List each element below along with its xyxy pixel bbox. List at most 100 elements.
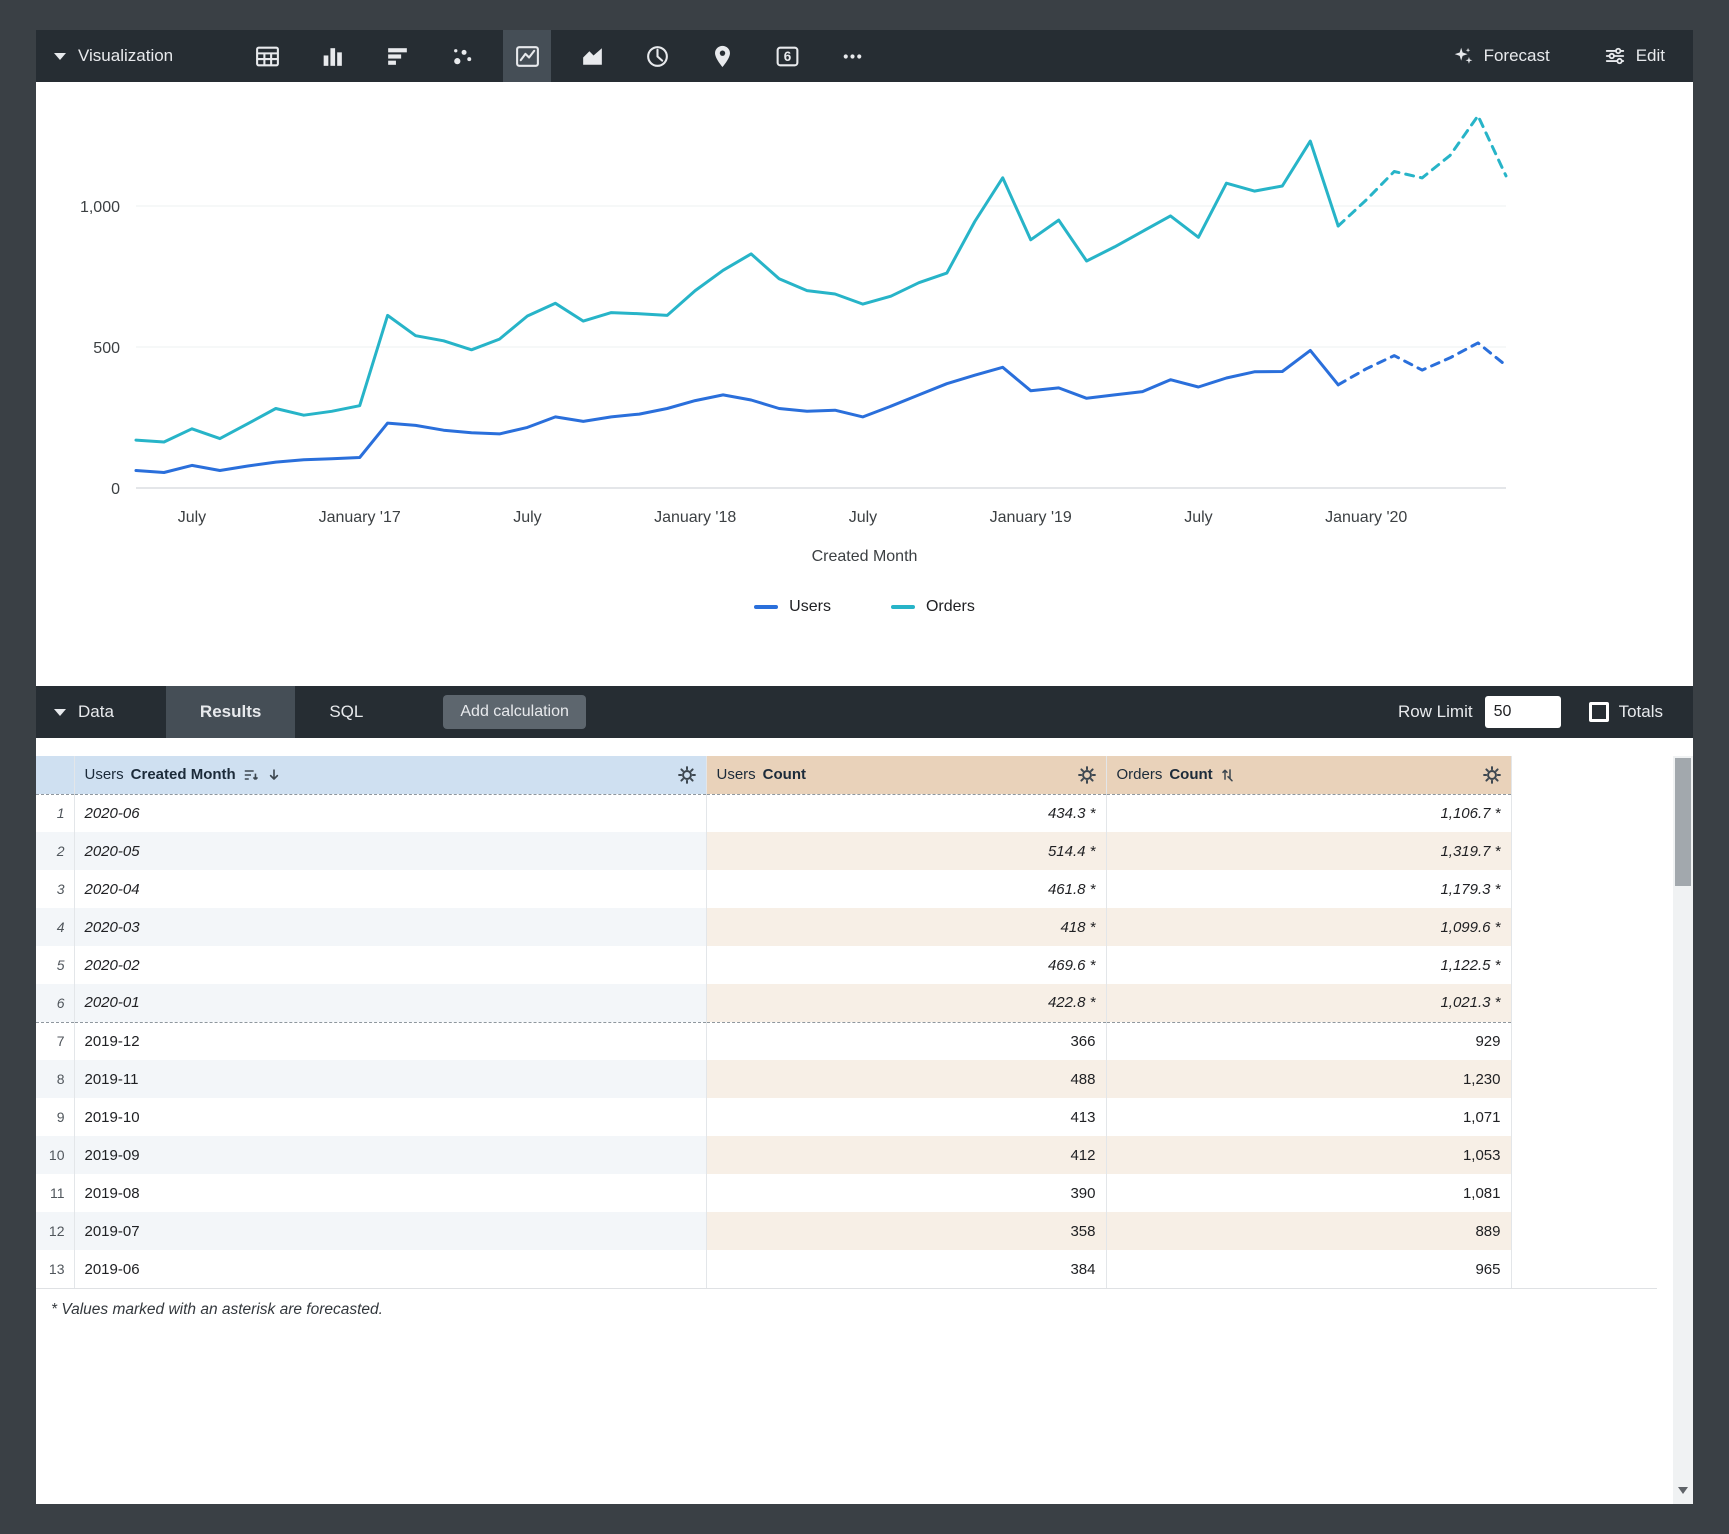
data-collapse-toggle[interactable]: Data: [36, 702, 132, 722]
cell-orders-count[interactable]: 1,179.3 *: [1106, 870, 1511, 908]
table-row: 132019-06384965: [36, 1250, 1511, 1288]
edit-button[interactable]: Edit: [1604, 45, 1665, 67]
cell-created-month[interactable]: 2019-12: [74, 1022, 706, 1060]
cell-orders-count[interactable]: 1,099.6 *: [1106, 908, 1511, 946]
viz-type-single-value-icon[interactable]: 6: [763, 30, 811, 82]
table-row: 22020-05514.4 *1,319.7 *: [36, 832, 1511, 870]
cell-orders-count[interactable]: 1,230: [1106, 1060, 1511, 1098]
arrow-down-icon: [266, 767, 282, 783]
viz-type-table-icon[interactable]: [243, 30, 291, 82]
svg-text:July: July: [178, 509, 206, 526]
cell-users-count[interactable]: 422.8 *: [706, 984, 1106, 1022]
scrollbar-down-button[interactable]: [1673, 1481, 1693, 1499]
viz-type-column-chart-icon[interactable]: [308, 30, 356, 82]
cell-users-count[interactable]: 488: [706, 1060, 1106, 1098]
totals-checkbox[interactable]: [1589, 702, 1609, 722]
legend-swatch: [891, 605, 915, 609]
cell-created-month[interactable]: 2020-05: [74, 832, 706, 870]
cell-created-month[interactable]: 2019-06: [74, 1250, 706, 1288]
cell-users-count[interactable]: 384: [706, 1250, 1106, 1288]
cell-created-month[interactable]: 2019-08: [74, 1174, 706, 1212]
cell-users-count[interactable]: 418 *: [706, 908, 1106, 946]
svg-text:6: 6: [783, 49, 791, 64]
gear-icon[interactable]: [1483, 766, 1501, 784]
viz-type-pie-chart-icon[interactable]: [633, 30, 681, 82]
visualization-collapse-toggle[interactable]: Visualization: [36, 46, 191, 66]
cell-created-month[interactable]: 2020-06: [74, 794, 706, 832]
row-number: 7: [36, 1022, 74, 1060]
viz-type-more-icon[interactable]: [828, 30, 876, 82]
vertical-scrollbar[interactable]: [1673, 756, 1693, 1504]
legend-item-orders[interactable]: Orders: [891, 598, 975, 616]
svg-text:July: July: [1184, 509, 1212, 526]
viz-type-area-chart-icon[interactable]: [568, 30, 616, 82]
column-view-name: Users: [717, 766, 756, 783]
row-number: 13: [36, 1250, 74, 1288]
tab-results[interactable]: Results: [166, 686, 295, 738]
cell-created-month[interactable]: 2019-10: [74, 1098, 706, 1136]
viz-type-bar-chart-icon[interactable]: [373, 30, 421, 82]
table-row: 82019-114881,230: [36, 1060, 1511, 1098]
cell-users-count[interactable]: 413: [706, 1098, 1106, 1136]
viz-type-map-pin-icon[interactable]: [698, 30, 746, 82]
row-number: 4: [36, 908, 74, 946]
cell-created-month[interactable]: 2019-09: [74, 1136, 706, 1174]
group-sort-icon: [243, 767, 259, 783]
cell-orders-count[interactable]: 1,319.7 *: [1106, 832, 1511, 870]
data-toolbar: Data ResultsSQL Add calculation Row Limi…: [36, 686, 1693, 738]
cell-orders-count[interactable]: 1,021.3 *: [1106, 984, 1511, 1022]
column-field-name: Created Month: [131, 766, 236, 783]
gear-icon[interactable]: [678, 766, 696, 784]
cell-users-count[interactable]: 358: [706, 1212, 1106, 1250]
viz-type-line-chart-icon[interactable]: [503, 30, 551, 82]
cell-created-month[interactable]: 2019-07: [74, 1212, 706, 1250]
viz-type-scatter-icon[interactable]: [438, 30, 486, 82]
scrollbar-thumb[interactable]: [1675, 758, 1691, 886]
cell-created-month[interactable]: 2020-02: [74, 946, 706, 984]
legend-item-users[interactable]: Users: [754, 598, 831, 616]
forecast-button[interactable]: Forecast: [1452, 45, 1550, 67]
cell-orders-count[interactable]: 889: [1106, 1212, 1511, 1250]
data-title: Data: [78, 702, 114, 722]
cell-orders-count[interactable]: 965: [1106, 1250, 1511, 1288]
cell-users-count[interactable]: 514.4 *: [706, 832, 1106, 870]
table-row: 122019-07358889: [36, 1212, 1511, 1250]
results-panel: UsersCreated MonthUsersCountOrdersCount …: [36, 738, 1693, 1504]
chart-legend: Users Orders: [36, 598, 1693, 616]
cell-orders-count[interactable]: 1,122.5 *: [1106, 946, 1511, 984]
cell-created-month[interactable]: 2020-04: [74, 870, 706, 908]
tab-sql[interactable]: SQL: [295, 686, 397, 738]
table-row: 52020-02469.6 *1,122.5 *: [36, 946, 1511, 984]
data-toolbar-right: Row Limit Totals: [1398, 696, 1693, 728]
cell-users-count[interactable]: 461.8 *: [706, 870, 1106, 908]
add-calculation-button[interactable]: Add calculation: [443, 695, 586, 729]
cell-created-month[interactable]: 2020-01: [74, 984, 706, 1022]
cell-users-count[interactable]: 469.6 *: [706, 946, 1106, 984]
svg-text:January '20: January '20: [1325, 509, 1407, 526]
cell-orders-count[interactable]: 1,081: [1106, 1174, 1511, 1212]
column-header-users-count[interactable]: UsersCount: [706, 756, 1106, 794]
cell-orders-count[interactable]: 1,053: [1106, 1136, 1511, 1174]
row-number: 12: [36, 1212, 74, 1250]
cell-users-count[interactable]: 366: [706, 1022, 1106, 1060]
cell-users-count[interactable]: 390: [706, 1174, 1106, 1212]
column-field-name: Count: [1169, 766, 1212, 783]
column-header-orders-count[interactable]: OrdersCount: [1106, 756, 1511, 794]
cell-created-month[interactable]: 2020-03: [74, 908, 706, 946]
gear-icon[interactable]: [1078, 766, 1096, 784]
table-row: 112019-083901,081: [36, 1174, 1511, 1212]
app-window: Visualization 6 Forecast Edit 05001,000J…: [36, 30, 1693, 1504]
row-limit-input[interactable]: [1485, 696, 1561, 728]
visualization-toolbar: Visualization 6 Forecast Edit: [36, 30, 1693, 82]
row-number-header: [36, 756, 74, 794]
row-limit-label: Row Limit: [1398, 702, 1473, 722]
column-header-users-created-month[interactable]: UsersCreated Month: [74, 756, 706, 794]
cell-orders-count[interactable]: 929: [1106, 1022, 1511, 1060]
cell-users-count[interactable]: 434.3 *: [706, 794, 1106, 832]
edit-label: Edit: [1636, 46, 1665, 66]
cell-created-month[interactable]: 2019-11: [74, 1060, 706, 1098]
cell-orders-count[interactable]: 1,106.7 *: [1106, 794, 1511, 832]
cell-orders-count[interactable]: 1,071: [1106, 1098, 1511, 1136]
cell-users-count[interactable]: 412: [706, 1136, 1106, 1174]
row-number: 11: [36, 1174, 74, 1212]
